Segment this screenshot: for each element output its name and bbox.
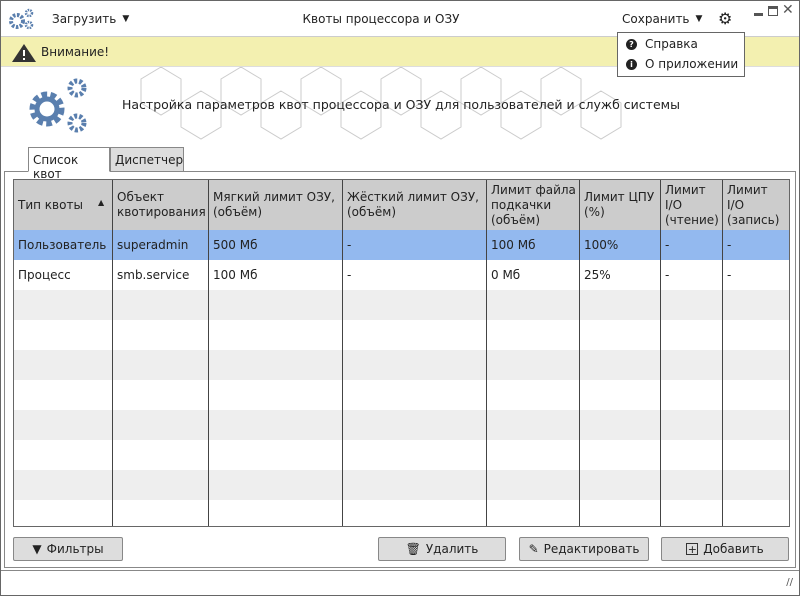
column-divider [208,180,209,526]
maximize-button[interactable] [768,6,778,16]
menu-item-about[interactable]: i О приложении [626,57,738,71]
gear-icon[interactable]: ⚙ [718,9,732,28]
quota-table: Тип квоты Объект квотирования Мягкий лимит… [13,179,790,527]
settings-gears-icon [29,78,87,133]
table-row[interactable]: Процесс smb.service 100 Мб - 0 Мб 25% - - [14,260,789,290]
table-cell: 100% [584,237,619,252]
table-cell: superadmin [117,237,189,252]
column-header[interactable]: Жёсткий лимит ОЗУ, (объём) [343,180,487,230]
save-label: Сохранить [622,12,690,26]
empty-row [14,410,789,440]
empty-row [14,470,789,500]
delete-button[interactable]: 🗑 Удалить [378,537,506,561]
empty-row [14,500,789,526]
column-header[interactable]: Объект квотирования [113,180,209,230]
edit-icon: ✎ [528,542,539,556]
tab-dispatcher[interactable]: Диспетчер [110,147,184,172]
warning-icon [12,44,36,62]
table-header: Тип квоты Объект квотирования Мягкий лимит… [14,180,789,230]
table-cell: 500 Мб [213,237,258,252]
column-divider [579,180,580,526]
filter-icon: ▼ [32,542,42,556]
column-divider [342,180,343,526]
empty-row [14,320,789,350]
menu-item-label: О приложении [645,57,739,71]
header-description: Настройка параметров квот процессора и О… [122,97,680,112]
table-cell: - [347,237,352,252]
table-cell: - [727,237,732,252]
table-cell: Пользователь [18,237,107,252]
table-cell: 25% [584,267,611,282]
column-header[interactable]: Лимит файла подкачки (объём) [487,180,580,230]
help-dropdown-menu: ? Справка i О приложении [617,32,745,77]
table-cell: Процесс [18,267,71,282]
column-divider [486,180,487,526]
chevron-down-icon: ▼ [695,14,703,24]
table-cell: 0 Мб [491,267,521,282]
column-header[interactable]: Мягкий лимит ОЗУ, (объём) [209,180,343,230]
column-header[interactable]: Лимит ЦПУ (%) [580,180,661,230]
column-divider [722,180,723,526]
close-button[interactable]: ✕ [782,2,794,18]
edit-label: Редактировать [543,542,640,556]
table-cell: - [347,267,352,282]
table-cell: - [665,237,670,252]
table-cell: - [727,267,732,282]
menu-item-label: Справка [645,37,698,51]
column-header[interactable]: Лимит I/O (чтение) [661,180,723,230]
title-bar: Загрузить ▼ Квоты процессора и ОЗУ Сохра… [1,1,799,36]
question-circle-icon: ? [626,38,637,50]
column-header[interactable]: Лимит I/O (запись) [723,180,789,230]
table-row[interactable]: Пользователь superadmin 500 Мб - 100 Мб 100% -… [14,230,789,260]
menu-item-help[interactable]: ? Справка [626,37,698,51]
sort-ascending-icon: ▲ [98,198,105,207]
filters-button[interactable]: ▼ Фильтры [13,537,123,561]
info-circle-icon: i [626,58,637,70]
filters-label: Фильтры [46,542,104,556]
column-divider [660,180,661,526]
column-divider [112,180,113,526]
warning-label: Внимание! [41,45,110,59]
empty-row [14,380,789,410]
empty-row [14,350,789,380]
edit-button[interactable]: ✎ Редактировать [519,537,649,561]
table-cell: smb.service [117,267,190,282]
trash-icon: 🗑 [405,542,421,556]
add-button[interactable]: + Добавить [661,537,789,561]
table-cell: 100 Мб [491,237,536,252]
plus-square-icon: + [686,542,699,556]
table-cell: 100 Мб [213,267,258,282]
delete-label: Удалить [425,542,479,556]
empty-row [14,290,789,320]
save-menu-button[interactable]: Сохранить ▼ [622,12,702,26]
app-window: Загрузить ▼ Квоты процессора и ОЗУ Сохра… [0,0,800,596]
add-label: Добавить [703,542,764,556]
tab-quota-list[interactable]: Список квот [28,147,110,181]
table-cell: - [665,267,670,282]
empty-row [14,440,789,470]
status-bar: // [1,570,799,596]
minimize-button[interactable] [754,13,763,16]
resize-grip-icon[interactable]: // [786,577,793,588]
